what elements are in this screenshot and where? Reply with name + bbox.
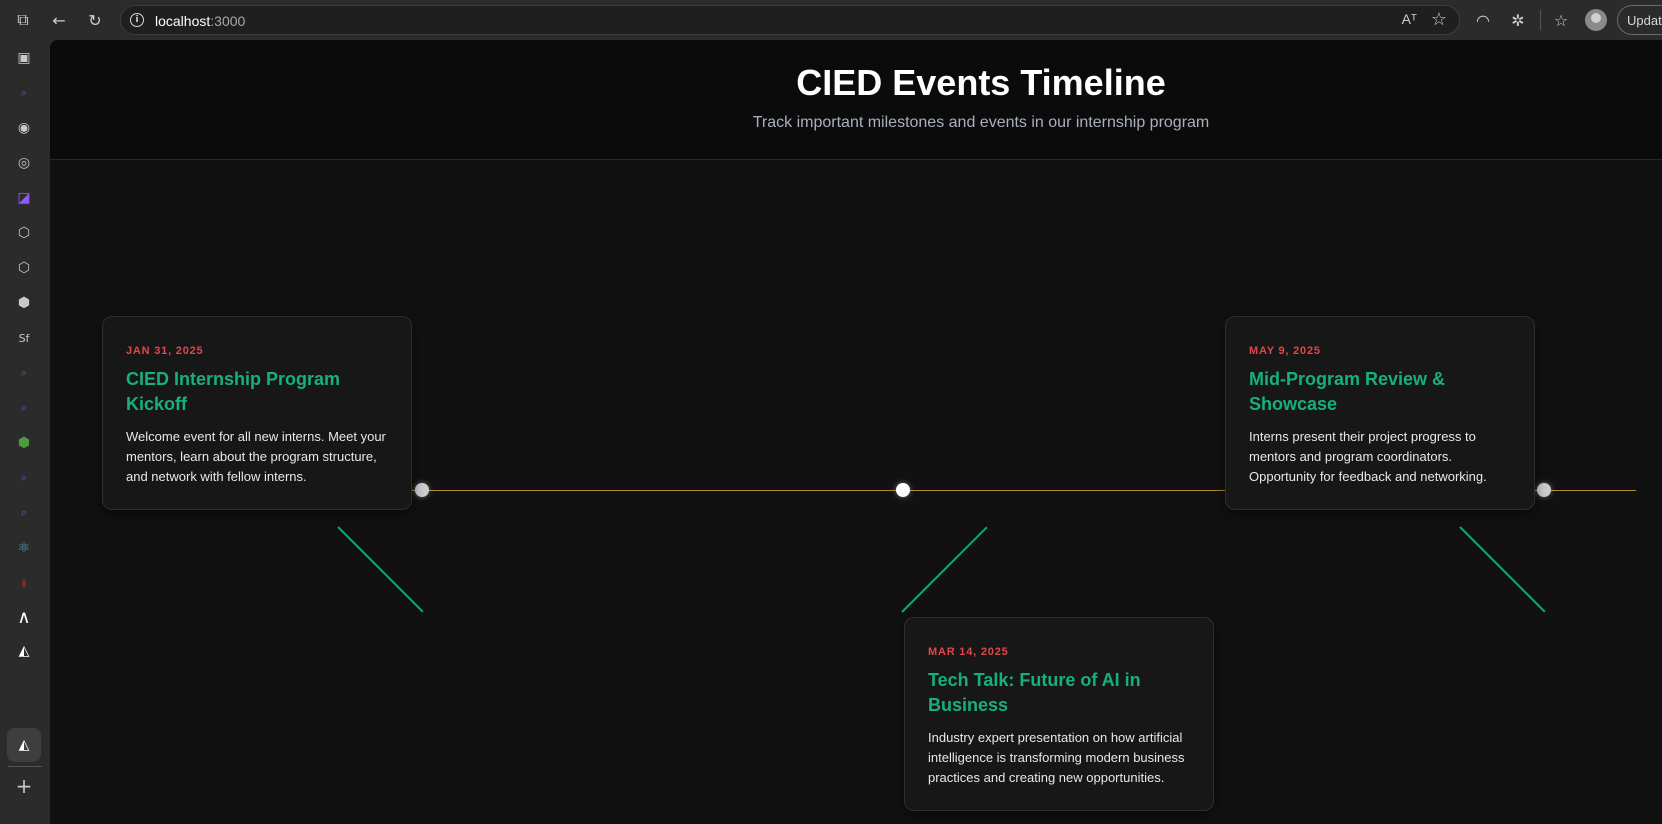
add-icon[interactable]: + [14,774,34,798]
profile-avatar[interactable] [1585,9,1607,31]
triangle-app-icon[interactable]: ◭ [14,641,34,661]
event-card[interactable]: MAR 14, 2025 Tech Talk: Future of AI in … [904,617,1214,811]
card-connector [337,526,424,613]
card-connector [1459,526,1546,613]
timeline-dot[interactable] [1537,483,1551,497]
sidebar-divider [8,766,42,767]
address-url[interactable]: localhost:3000 [155,13,245,29]
url-port: :3000 [210,13,246,29]
card-connector [901,526,988,613]
site-info-icon[interactable]: i [130,13,144,27]
event-title: Mid-Program Review & Showcase [1249,369,1446,414]
react-icon[interactable]: ⚛ [14,538,34,558]
box-icon[interactable]: ⬡ [14,223,34,243]
caret-logo-icon[interactable]: ∧ [14,607,34,628]
event-date: MAY 9, 2025 [1249,345,1321,357]
address-bar[interactable]: i localhost:3000 Aᵀ ☆ [120,5,1460,35]
media-play-icon[interactable]: ◉ [14,118,34,138]
search-icon[interactable]: ⌕ [14,398,34,418]
page-viewport: CIED Events Timeline Track important mil… [50,40,1662,824]
box-icon[interactable]: ⬢ [14,293,34,313]
event-title: Tech Talk: Future of AI in Business [928,670,1141,715]
timeline-dot[interactable] [896,483,910,497]
event-title: CIED Internship Program Kickoff [126,369,341,414]
app-icon[interactable]: ▮ [14,573,34,593]
reload-icon[interactable]: ↻ [84,9,106,31]
browser-sidebar: ▣ ⌕ ◉ ◎ ◪ ⬡ ⬡ ⬢ Sf ⌕ ⌕ ⬢ ⌕ ⌕ ⚛ ▮ ∧ ◭ ◭ + [0,40,50,824]
event-description: Interns present their project progress t… [1249,429,1487,484]
tab-actions-icon[interactable]: ⧉ [12,9,34,31]
read-aloud-icon[interactable]: Aᵀ [1402,11,1417,27]
browser-toolbar: ⧉ ← ↻ i localhost:3000 Aᵀ ☆ ◠ ✲ ☆ Update [0,0,1662,40]
search-icon[interactable]: ⌕ [14,503,34,523]
page-header: CIED Events Timeline Track important mil… [50,40,1662,160]
search-icon[interactable]: ⌕ [14,83,34,103]
extensions-icon[interactable]: ✲ [1507,9,1529,31]
timeline-dot[interactable] [415,483,429,497]
settings-icon[interactable]: ◎ [14,153,34,173]
sf-icon[interactable]: Sf [14,328,34,348]
update-button[interactable]: Update [1617,5,1662,35]
search-icon[interactable]: ⌕ [14,468,34,488]
event-description: Industry expert presentation on how arti… [928,730,1185,785]
back-icon[interactable]: ← [48,9,70,31]
favorite-star-icon[interactable]: ☆ [1431,9,1447,30]
url-host: localhost [155,13,211,29]
event-date: JAN 31, 2025 [126,345,204,357]
copilot-icon[interactable]: ◠ [1472,9,1494,31]
search-icon[interactable]: ⌕ [14,363,34,383]
favorites-icon[interactable]: ☆ [1550,9,1572,31]
node-icon[interactable]: ⬢ [14,433,34,453]
page-subtitle: Track important milestones and events in… [752,114,1210,131]
box-icon[interactable]: ⬡ [14,258,34,278]
event-card[interactable]: JAN 31, 2025 CIED Internship Program Kic… [102,316,412,510]
toolbar-divider [1540,10,1541,30]
event-date: MAR 14, 2025 [928,646,1009,658]
event-card[interactable]: MAY 9, 2025 Mid-Program Review & Showcas… [1225,316,1535,510]
event-description: Welcome event for all new interns. Meet … [126,429,386,484]
vertical-tabs-icon[interactable]: ▣ [14,48,34,68]
app-icon[interactable]: ◪ [14,188,34,208]
page-title: CIED Events Timeline [796,62,1166,103]
triangle-app-icon[interactable]: ◭ [14,735,34,755]
